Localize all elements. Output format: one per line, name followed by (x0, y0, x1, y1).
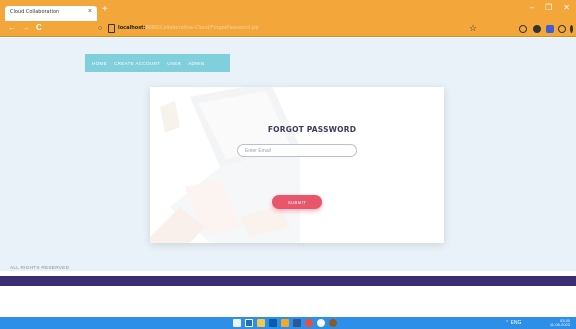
browser-icon[interactable] (317, 319, 325, 327)
submit-button[interactable]: SUBMIT (272, 195, 322, 209)
new-tab-button[interactable]: + (102, 5, 108, 15)
page-title: FORGOT PASSWORD (267, 125, 357, 134)
url-text[interactable]: localhost:8080/Collaborative-Cloud/Forgo… (118, 25, 259, 31)
footer-copyright: ALL RIGHTS RESERVED (10, 266, 70, 271)
close-tab-icon[interactable]: × (88, 8, 92, 15)
page-content: HOME CREATE ACCOUNT USER ADMIN FORGOT PA… (0, 38, 576, 271)
site-navbar: HOME CREATE ACCOUNT USER ADMIN (85, 54, 230, 72)
word-icon[interactable] (293, 319, 301, 327)
folder-icon[interactable] (281, 319, 289, 327)
minimize-icon[interactable]: – (530, 4, 534, 12)
forward-arrow-icon[interactable]: → (22, 24, 30, 32)
browser-tab-bar: Cloud Collaboration × + – ❐ ✕ (0, 0, 576, 21)
mail-icon[interactable] (269, 319, 277, 327)
url-path: 8080/Collaborative-Cloud/ForgotPassword.… (145, 25, 259, 31)
reload-icon[interactable]: C (36, 24, 42, 32)
chrome-icon[interactable] (305, 319, 313, 327)
email-input[interactable] (237, 144, 357, 157)
menu-dots-icon[interactable] (570, 25, 573, 33)
app-icon[interactable] (329, 319, 337, 327)
task-view-icon[interactable] (245, 319, 253, 327)
extension-icon[interactable] (533, 25, 541, 33)
search-icon[interactable] (233, 319, 241, 327)
url-host: localhost: (118, 25, 146, 31)
file-explorer-icon[interactable] (257, 319, 265, 327)
puzzle-icon[interactable] (546, 25, 554, 33)
address-bar[interactable]: ○ localhost:8080/Collaborative-Cloud/For… (90, 23, 490, 35)
clock[interactable]: 03:30 11-08-2023 (549, 318, 570, 328)
back-arrow-icon[interactable]: ← (8, 24, 16, 32)
close-window-icon[interactable]: ✕ (563, 4, 570, 12)
tab-title: Cloud Collaboration (10, 9, 60, 15)
browser-toolbar: ← → C ○ localhost:8080/Collaborative-Clo… (0, 21, 576, 37)
window-controls: – ❐ ✕ (530, 4, 570, 12)
browser-tab[interactable]: Cloud Collaboration × (5, 6, 97, 21)
language-indicator[interactable]: ENG (511, 320, 522, 326)
clock-date: 11-08-2023 (549, 322, 570, 328)
system-tray[interactable]: ⌃ ENG (505, 320, 521, 326)
page-info-icon (108, 24, 115, 33)
laptop-hands-image (150, 87, 300, 243)
profile-icon[interactable] (558, 25, 566, 33)
bookmark-star-icon[interactable]: ☆ (469, 23, 477, 34)
forgot-password-card: FORGOT PASSWORD SUBMIT (150, 87, 444, 243)
nav-create-account-link[interactable]: CREATE ACCOUNT (114, 61, 160, 66)
extension-icon[interactable] (519, 25, 527, 33)
footer-bar (0, 276, 576, 286)
maximize-icon[interactable]: ❐ (545, 4, 552, 12)
nav-admin-link[interactable]: ADMIN (188, 61, 204, 66)
nav-user-link[interactable]: USER (167, 61, 181, 66)
info-circle-icon[interactable]: ○ (98, 25, 102, 32)
os-taskbar: ⌃ ENG 03:30 11-08-2023 (0, 317, 576, 329)
nav-home-link[interactable]: HOME (92, 61, 107, 66)
